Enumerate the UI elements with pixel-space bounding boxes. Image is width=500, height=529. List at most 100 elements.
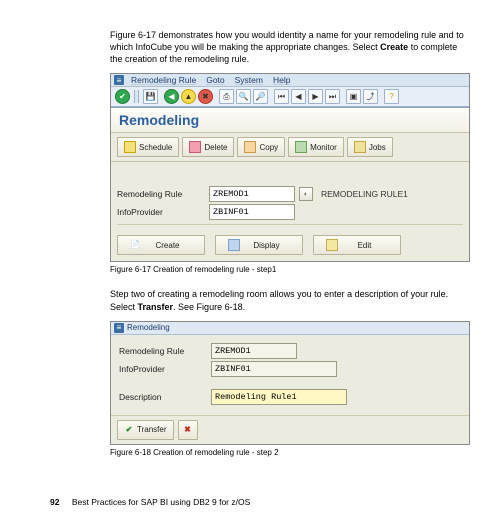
save-icon[interactable]: 💾 <box>143 89 158 104</box>
edit-label: Edit <box>358 241 372 250</box>
paragraph-intro-1: Figure 6-17 demonstrates how you would i… <box>110 29 470 65</box>
label-infoprovider: InfoProvider <box>117 207 205 217</box>
sap-titlebar: ≡ Remodeling Rule Goto System Help <box>111 74 469 87</box>
jobs-icon <box>354 141 366 153</box>
monitor-label: Monitor <box>310 143 337 152</box>
action-button-row: 📄 Create Display Edit <box>117 231 463 255</box>
figure-6-17-caption: Figure 6-17 Creation of remodeling rule … <box>110 265 470 274</box>
row-infoprovider: InfoProvider ZBINF01 <box>117 204 463 220</box>
copy-button[interactable]: Copy <box>237 137 285 157</box>
monitor-icon <box>295 141 307 153</box>
cancel-button[interactable]: ✖ <box>178 420 198 440</box>
label2-description: Description <box>119 392 207 402</box>
first-page-icon[interactable]: ⏮ <box>274 89 289 104</box>
label2-infoprovider: InfoProvider <box>119 364 207 374</box>
transfer-button-row: ✔Transfer ✖ <box>111 415 469 444</box>
book-title: Best Practices for SAP BI using DB2 9 fo… <box>72 497 250 507</box>
find-next-icon[interactable]: 🔎 <box>253 89 268 104</box>
menu-help[interactable]: Help <box>273 75 290 85</box>
help-icon[interactable]: ? <box>384 89 399 104</box>
para2-post: . See Figure 6-18. <box>173 302 245 312</box>
dialog-sys-icon[interactable]: ≡ <box>114 323 124 333</box>
dialog-titlebar: ≡ Remodeling <box>111 322 469 335</box>
row2-infoprovider: InfoProvider ZBINF01 <box>119 361 461 377</box>
transfer-button[interactable]: ✔Transfer <box>117 420 174 440</box>
row2-remodeling-rule: Remodeling Rule ZREMOD1 <box>119 343 461 359</box>
copy-label: Copy <box>259 143 278 152</box>
ok-icon[interactable]: ✔ <box>115 89 130 104</box>
sap-window-top: ≡ Remodeling Rule Goto System Help ✔ 💾 ◀… <box>111 74 469 108</box>
menu-remodeling-rule[interactable]: Remodeling Rule <box>131 75 196 85</box>
schedule-button[interactable]: Schedule <box>117 137 179 157</box>
jobs-label: Jobs <box>369 143 386 152</box>
cancel-icon[interactable]: ✖ <box>198 89 213 104</box>
row-remodeling-rule: Remodeling Rule ZREMOD1 ◐ REMODELING RUL… <box>117 186 463 202</box>
x-icon: ✖ <box>183 425 193 435</box>
row2-description: Description Remodeling Rule1 <box>119 389 461 405</box>
label2-remodeling-rule: Remodeling Rule <box>119 346 207 356</box>
exit-icon[interactable]: ▲ <box>181 89 196 104</box>
sap-form-body-2: Remodeling Rule ZREMOD1 InfoProvider ZBI… <box>111 335 469 415</box>
shortcut-icon[interactable]: ⤴ <box>363 89 378 104</box>
last-page-icon[interactable]: ⏭ <box>325 89 340 104</box>
create-icon: 📄 <box>130 240 140 250</box>
create-label: Create <box>155 241 179 250</box>
menu-system[interactable]: System <box>235 75 263 85</box>
display-label: Display <box>253 241 279 250</box>
pencil-icon <box>326 239 338 251</box>
sap-form-body-1: Remodeling Rule ZREMOD1 ◐ REMODELING RUL… <box>111 162 469 261</box>
label-remodeling-rule: Remodeling Rule <box>117 189 205 199</box>
menu-goto[interactable]: Goto <box>206 75 224 85</box>
sap-button-row: Schedule Delete Copy Monitor Jobs <box>111 133 469 162</box>
jobs-button[interactable]: Jobs <box>347 137 393 157</box>
display-button[interactable]: Display <box>215 235 303 255</box>
toolbar-group-4: ⏮ ◀ ▶ ⏭ <box>274 89 340 104</box>
next-page-icon[interactable]: ▶ <box>308 89 323 104</box>
input2-remodeling-rule: ZREMOD1 <box>211 343 297 359</box>
input-remodeling-rule[interactable]: ZREMOD1 <box>209 186 295 202</box>
input2-description[interactable]: Remodeling Rule1 <box>211 389 347 405</box>
sap-toolbar: ✔ 💾 ◀ ▲ ✖ ⎙ 🔍 🔎 ⏮ <box>111 87 469 107</box>
toolbar-group-3: ⎙ 🔍 🔎 <box>219 89 268 104</box>
delete-label: Delete <box>204 143 227 152</box>
paragraph-intro-2: Step two of creating a remodeling room a… <box>110 288 470 312</box>
toolbar-group-5: ▣ ⤴ <box>346 89 378 104</box>
find-icon[interactable]: 🔍 <box>236 89 251 104</box>
schedule-label: Schedule <box>139 143 172 152</box>
monitor-button[interactable]: Monitor <box>288 137 344 157</box>
toolbar-group-2: ◀ ▲ ✖ <box>164 89 213 104</box>
back-icon[interactable]: ◀ <box>164 89 179 104</box>
rule-trail-text: REMODELING RULE1 <box>321 189 408 199</box>
trash-icon <box>189 141 201 153</box>
dialog-title: Remodeling <box>127 323 170 332</box>
edit-button[interactable]: Edit <box>313 235 401 255</box>
sap-menubar: Remodeling Rule Goto System Help <box>127 75 290 85</box>
input2-infoprovider: ZBINF01 <box>211 361 337 377</box>
toolbar-sep <box>134 90 139 103</box>
check-icon: ✔ <box>124 425 134 435</box>
heading-text: Remodeling <box>119 112 199 128</box>
f4-help-icon[interactable]: ◐ <box>299 187 313 201</box>
toolbar-group-1: 💾 <box>143 89 158 104</box>
calendar-icon <box>124 141 136 153</box>
figure-6-18-caption: Figure 6-18 Creation of remodeling rule … <box>110 448 470 457</box>
delete-button[interactable]: Delete <box>182 137 234 157</box>
prev-page-icon[interactable]: ◀ <box>291 89 306 104</box>
figure-6-18: ≡ Remodeling Remodeling Rule ZREMOD1 Inf… <box>110 321 470 445</box>
print-icon[interactable]: ⎙ <box>219 89 234 104</box>
transfer-label: Transfer <box>137 425 167 434</box>
sap-heading: Remodeling <box>111 108 469 133</box>
para1-bold: Create <box>380 42 408 52</box>
window-sys-icon[interactable]: ≡ <box>114 75 124 85</box>
copy-icon <box>244 141 256 153</box>
glasses-icon <box>228 239 240 251</box>
input-infoprovider[interactable]: ZBINF01 <box>209 204 295 220</box>
form-divider <box>117 224 463 225</box>
page: Figure 6-17 demonstrates how you would i… <box>0 0 500 522</box>
page-number: 92 <box>50 497 59 507</box>
page-footer: 92 Best Practices for SAP BI using DB2 9… <box>50 497 470 507</box>
create-button[interactable]: 📄 Create <box>117 235 205 255</box>
figure-6-17: ≡ Remodeling Rule Goto System Help ✔ 💾 ◀… <box>110 73 470 262</box>
new-session-icon[interactable]: ▣ <box>346 89 361 104</box>
para2-bold: Transfer <box>138 302 174 312</box>
